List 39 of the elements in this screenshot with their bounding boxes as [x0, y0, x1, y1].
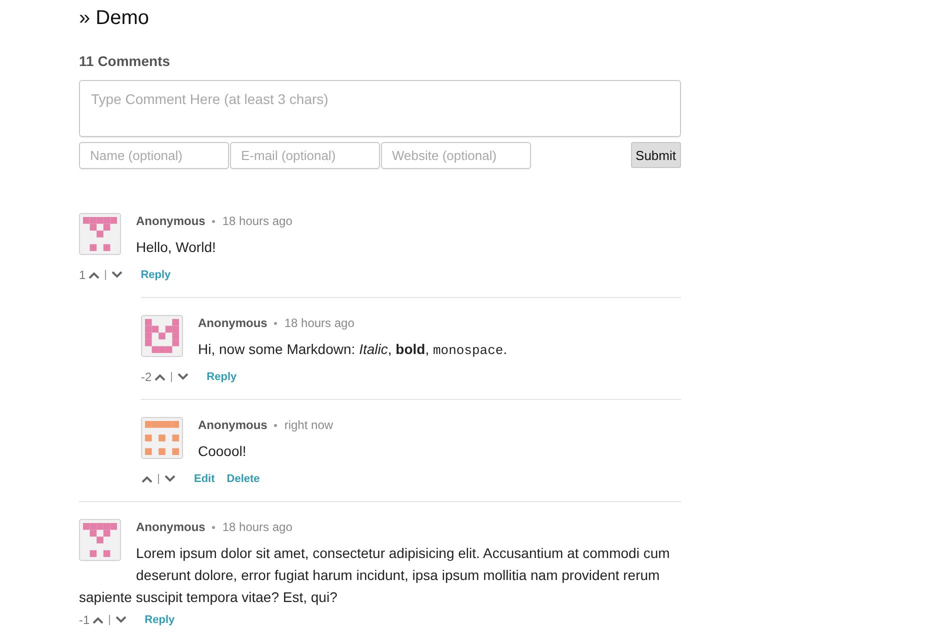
- vote-score: -2: [141, 371, 152, 383]
- comment-text: Hi, now some Markdown: Italic, bold, monospace.: [197, 340, 508, 360]
- comment-text: Hello, World!: [135, 238, 217, 257]
- chevron-down-icon[interactable]: [110, 271, 123, 279]
- dot-separator-icon: [274, 322, 278, 326]
- input-field[interactable]: Name (optional): [79, 142, 229, 169]
- comment-time: 18 hours ago: [284, 316, 354, 330]
- chevron-down-icon[interactable]: [114, 616, 127, 624]
- comment-time: 18 hours ago: [222, 520, 292, 534]
- chevron-down-icon[interactable]: [164, 475, 176, 483]
- chevron-up-icon[interactable]: [92, 616, 104, 624]
- page-title: » Demo: [79, 6, 150, 30]
- comment-count: 11 Comments: [79, 53, 172, 69]
- vote-score: 1: [79, 269, 86, 281]
- comment-text: Cooool!: [197, 442, 248, 461]
- dot-separator-icon: [212, 220, 216, 224]
- action-link[interactable]: Edit: [194, 473, 215, 485]
- comment-author: Anonymous: [136, 214, 206, 228]
- action-link[interactable]: Reply: [206, 371, 237, 383]
- action-link[interactable]: Reply: [144, 614, 175, 626]
- submit-button[interactable]: Submit: [630, 142, 681, 168]
- action-link[interactable]: Delete: [226, 473, 260, 485]
- input-field[interactable]: Website (optional): [381, 142, 531, 169]
- action-link[interactable]: Reply: [140, 269, 171, 281]
- chevron-up-icon[interactable]: [154, 373, 166, 381]
- dot-separator-icon: [212, 526, 216, 530]
- chevron-down-icon[interactable]: [176, 373, 189, 381]
- comment-author: Anonymous: [198, 316, 268, 330]
- comment-author: Anonymous: [198, 418, 268, 432]
- comment-text: Lorem ipsum dolor sit amet, consectetur adipisicing elit. Accusantium at commodi cum deserunt dolore, error fugiat harum incidunt, ipsa ipsum mollitia nam provident rerum sapiente suscipit tempora vitae? Est, qui?: [79, 544, 671, 607]
- comment-time: 18 hours ago: [222, 214, 292, 228]
- input-field[interactable]: E-mail (optional): [230, 142, 380, 169]
- chevron-up-icon[interactable]: [88, 271, 100, 279]
- comment-author: Anonymous: [136, 520, 206, 534]
- dot-separator-icon: [274, 424, 278, 428]
- comment-time: right now: [284, 418, 334, 432]
- chevron-up-icon[interactable]: [141, 475, 153, 483]
- vote-score: -1: [79, 614, 90, 626]
- comment-input-field[interactable]: Type Comment Here (at least 3 chars): [79, 80, 681, 137]
